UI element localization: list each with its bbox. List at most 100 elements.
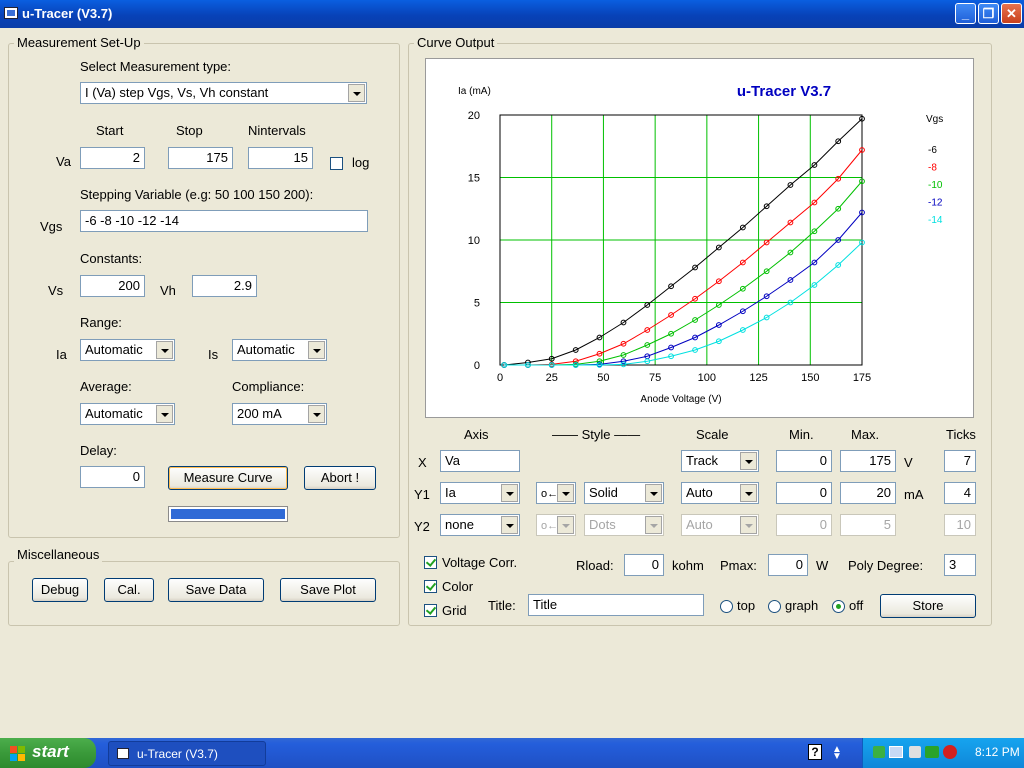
maximize-button[interactable]: ❐	[978, 3, 999, 24]
scroll-arrows-icon[interactable]: ▲ ▼	[832, 745, 842, 762]
series-line	[504, 118, 863, 366]
y2-axis-select[interactable]: none	[440, 514, 520, 536]
va-nintervals-input[interactable]: 15	[248, 147, 313, 169]
series-line	[504, 242, 863, 366]
measurement-type-select[interactable]: I (Va) step Vgs, Vs, Vh constant	[80, 82, 367, 104]
vgs-input[interactable]: -6 -8 -10 -12 -14	[80, 210, 368, 232]
y2-marker-select: o←	[536, 514, 576, 536]
x-max-input[interactable]: 175	[840, 450, 896, 472]
stop-header: Stop	[176, 123, 203, 138]
title-input[interactable]: Title	[528, 594, 704, 616]
minimize-button[interactable]: _	[955, 3, 976, 24]
abort-button[interactable]: Abort !	[304, 466, 376, 490]
vs-input[interactable]: 200	[80, 275, 145, 297]
is-range-select[interactable]: Automatic	[232, 339, 327, 361]
log-label: log	[352, 155, 370, 170]
save-plot-button[interactable]: Save Plot	[280, 578, 376, 602]
debug-button[interactable]: Debug	[32, 578, 88, 602]
x-tick-label: 150	[801, 372, 819, 384]
arrow-icon[interactable]	[943, 745, 957, 759]
nvidia-icon[interactable]	[925, 746, 939, 758]
y1-ticks-input[interactable]: 4	[944, 482, 976, 504]
y1-style-select[interactable]: Solid	[584, 482, 664, 504]
x-axis-input[interactable]: Va	[440, 450, 520, 472]
y1-max-input[interactable]: 20	[840, 482, 896, 504]
title-graph-label: graph	[785, 598, 819, 613]
pmax-label: Pmax:	[720, 558, 757, 573]
y1-axis-select[interactable]: Ia	[440, 482, 520, 504]
poly-degree-input[interactable]: 3	[944, 554, 976, 576]
compliance-label: Compliance:	[232, 379, 305, 394]
nintervals-header: Nintervals	[248, 123, 306, 138]
chart-title: u-Tracer V3.7	[737, 83, 831, 100]
compliance-select[interactable]: 200 mA	[232, 403, 327, 425]
title-off-radio[interactable]	[832, 600, 845, 613]
title-bar[interactable]: u-Tracer (V3.7) _ ❐ ✕	[0, 0, 1024, 28]
pmax-input[interactable]: 0	[768, 554, 808, 576]
system-tray: 8:12 PM	[862, 738, 1024, 768]
y-tick-label: 0	[474, 360, 480, 372]
rload-input[interactable]: 0	[624, 554, 664, 576]
delay-input[interactable]: 0	[80, 466, 145, 488]
measure-curve-button[interactable]: Measure Curve	[168, 466, 288, 490]
voltage-corr-checkbox[interactable]	[424, 556, 437, 569]
y1-axis-value: Ia	[445, 485, 456, 500]
x-tick-label: 125	[749, 372, 767, 384]
x-tick-label: 50	[597, 372, 609, 384]
chevron-down-icon	[557, 516, 574, 534]
ticks-header: Ticks	[946, 427, 976, 442]
style-header: —— Style ——	[552, 427, 641, 442]
x-scale-select[interactable]: Track	[681, 450, 759, 472]
cal-button[interactable]: Cal.	[104, 578, 154, 602]
max-header: Max.	[851, 427, 880, 442]
store-button[interactable]: Store	[880, 594, 976, 618]
save-data-button[interactable]: Save Data	[168, 578, 264, 602]
range-label: Range:	[80, 315, 122, 330]
chart-svg: 0 25 50 75 100 125 150 175 0 5 10 15 20 Anode Voltage…	[458, 83, 943, 405]
rload-unit: kohm	[672, 558, 704, 573]
app-icon	[4, 7, 18, 19]
device-icon[interactable]	[909, 746, 921, 758]
chevron-down-icon	[740, 452, 757, 470]
average-value: Automatic	[85, 406, 143, 421]
start-button[interactable]: start	[0, 738, 96, 768]
y-tick-label: 15	[468, 173, 480, 185]
ia-range-select[interactable]: Automatic	[80, 339, 175, 361]
y1-min-input[interactable]: 0	[776, 482, 832, 504]
vh-input[interactable]: 2.9	[192, 275, 257, 297]
va-stop-input[interactable]: 175	[168, 147, 233, 169]
color-label: Color	[442, 579, 474, 594]
pmax-unit: W	[816, 558, 829, 573]
legend-item: -10	[928, 180, 943, 191]
title-top-radio[interactable]	[720, 600, 733, 613]
title-graph-radio[interactable]	[768, 600, 781, 613]
y-tick-label: 20	[468, 110, 480, 122]
plot-area: 0 25 50 75 100 125 150 175 0 5 10 15 20 Anode Voltage…	[425, 58, 974, 418]
y1-marker-select[interactable]: o←	[536, 482, 576, 504]
y1-scale-select[interactable]: Auto	[681, 482, 759, 504]
ia-range-label: Ia	[56, 347, 67, 362]
grid-label: Grid	[442, 603, 467, 618]
y1-axis-label: Y1	[414, 487, 430, 502]
color-checkbox[interactable]	[424, 580, 437, 593]
close-button[interactable]: ✕	[1001, 3, 1022, 24]
average-label: Average:	[80, 379, 132, 394]
chevron-down-icon	[501, 484, 518, 502]
help-icon[interactable]: ?	[808, 744, 822, 760]
average-select[interactable]: Automatic	[80, 403, 175, 425]
y2-max-input: 5	[840, 514, 896, 536]
grid-checkbox[interactable]	[424, 604, 437, 617]
tray-app-icon[interactable]	[873, 746, 885, 758]
log-checkbox[interactable]	[330, 157, 343, 170]
network-icon[interactable]	[889, 746, 903, 758]
x-min-input[interactable]: 0	[776, 450, 832, 472]
vs-label: Vs	[48, 283, 64, 298]
x-ticks-input[interactable]: 7	[944, 450, 976, 472]
taskbar-item-utracer[interactable]: u-Tracer (V3.7)	[108, 741, 266, 766]
vh-label: Vh	[160, 283, 176, 298]
title-label: Title:	[488, 598, 516, 613]
va-start-input[interactable]: 2	[80, 147, 145, 169]
compliance-value: 200 mA	[237, 406, 282, 421]
windows-logo-icon	[10, 746, 25, 761]
start-header: Start	[96, 123, 124, 138]
